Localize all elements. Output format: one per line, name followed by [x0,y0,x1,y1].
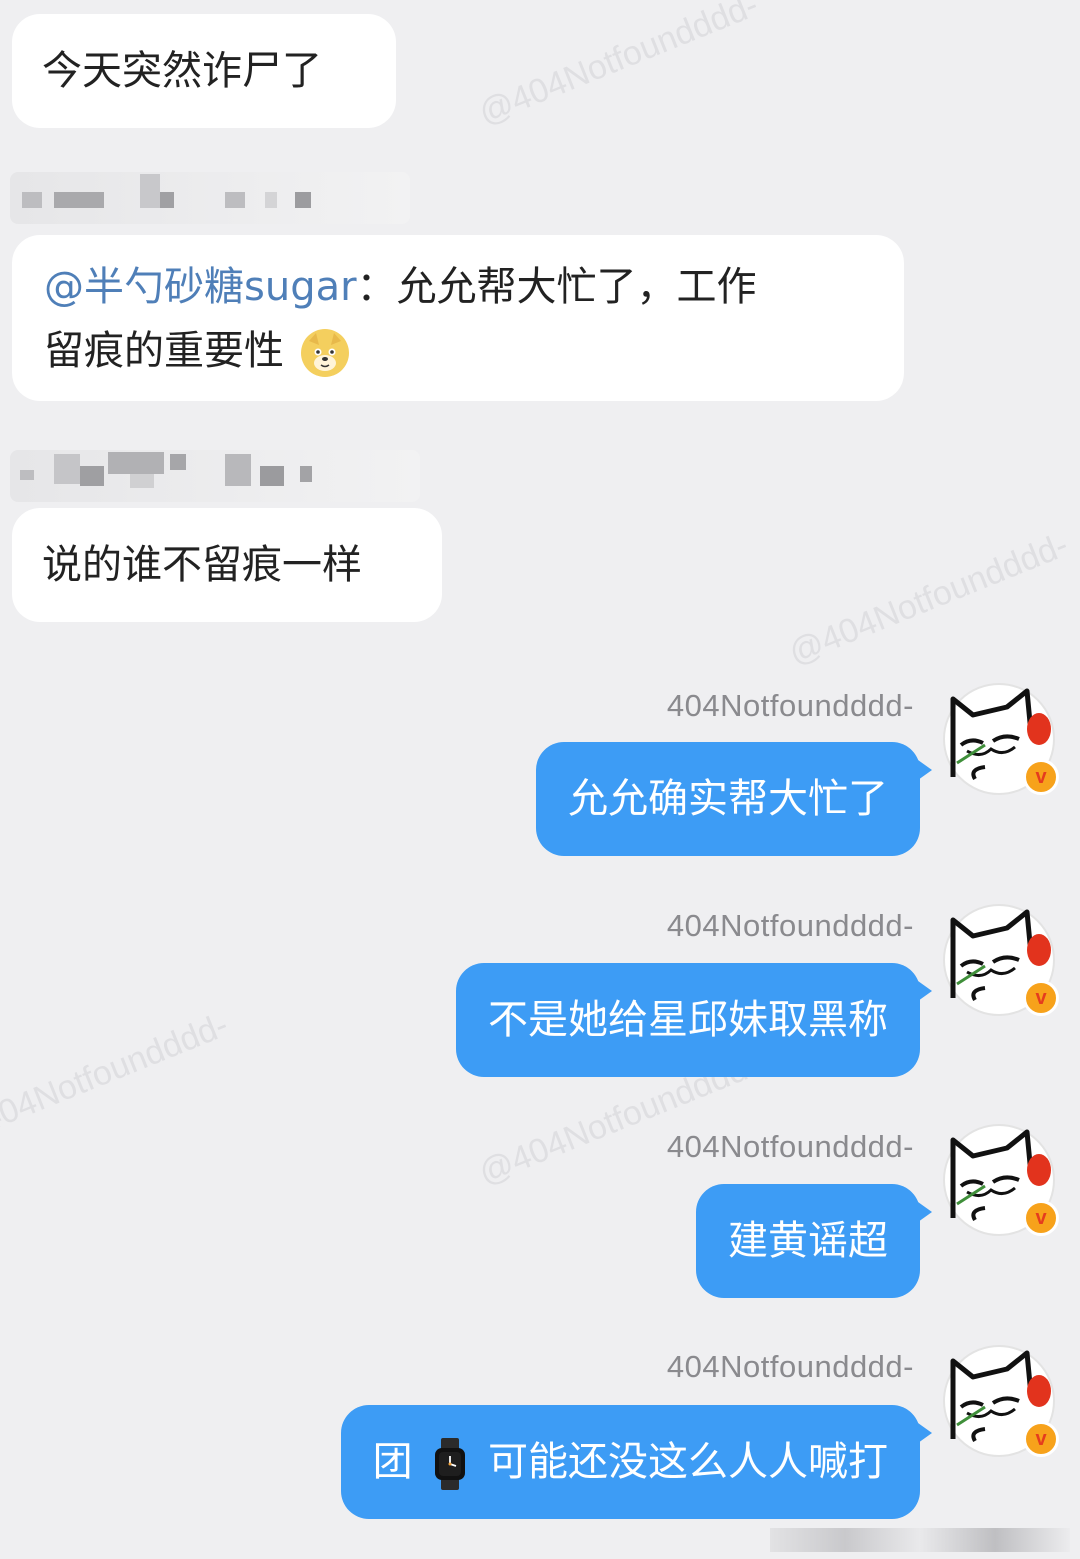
message-bubble-outgoing[interactable]: 不是她给星邱妹取黑称 [456,963,932,1077]
verified-badge-icon: v [1023,1200,1059,1236]
mention-separator: ： [356,264,397,310]
avatar[interactable]: v [943,904,1059,1016]
doge-emoji-icon [300,329,349,377]
mention-link[interactable]: @半勺砂糖sugar [44,264,357,310]
message-bubble-incoming[interactable]: 今天突然诈尸了 [12,14,396,128]
watermark-text: @404Notfoundddd- [0,1005,234,1153]
avatar[interactable]: v [943,1345,1059,1457]
sender-name[interactable]: 404Notfoundddd- [667,908,914,944]
message-text: 团 [372,1439,413,1485]
message-bubble-outgoing[interactable]: 团 可能还没这么人人喊打 [340,1405,933,1519]
verified-badge-icon: v [1023,759,1059,795]
message-text: 留痕的重要性 [44,328,284,374]
message-bubble-outgoing[interactable]: 允允确实帮大忙了 [536,742,932,856]
watermark-text: @404Notfoundddd- [783,525,1074,673]
watch-emoji-icon [433,1438,467,1490]
sender-name[interactable]: 404Notfoundddd- [667,688,914,724]
verified-badge-icon: v [1023,1421,1059,1457]
message-text: 说的谁不留痕一样 [42,542,362,588]
avatar[interactable]: v [943,1124,1059,1236]
message-text: 允允确实帮大忙了 [568,776,888,822]
verified-badge-icon: v [1023,980,1059,1016]
message-bubble-outgoing[interactable]: 建黄谣超 [696,1184,932,1298]
avatar[interactable]: v [943,683,1059,795]
blurred-sender-name [10,450,420,502]
sender-name[interactable]: 404Notfoundddd- [667,1129,914,1165]
message-text: 可能还没这么人人喊打 [488,1439,888,1485]
watermark-text: @404Notfoundddd- [473,0,764,133]
message-text: 今天突然诈尸了 [42,48,322,94]
blurred-sender-name [10,172,410,224]
message-bubble-incoming[interactable]: @半勺砂糖sugar：允允帮大忙了，工作 留痕的重要性 [12,235,904,401]
sender-name[interactable]: 404Notfoundddd- [667,1349,914,1385]
message-text: 建黄谣超 [728,1218,888,1264]
message-bubble-incoming[interactable]: 说的谁不留痕一样 [12,508,442,622]
message-text: 不是她给星邱妹取黑称 [488,997,888,1043]
blurred-footer-strip [770,1528,1070,1552]
message-text: 允允帮大忙了，工作 [396,264,757,310]
